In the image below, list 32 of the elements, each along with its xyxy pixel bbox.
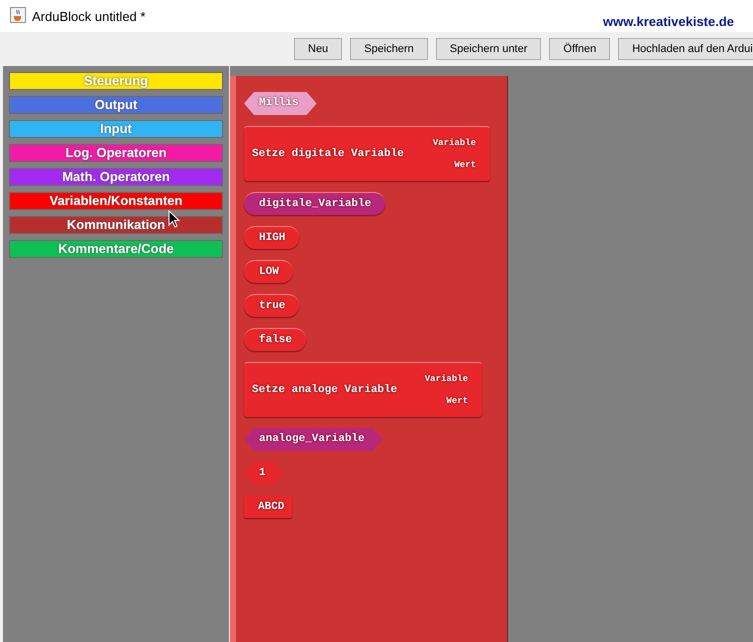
value-block[interactable]: true (244, 294, 300, 317)
coffee-cup-icon (10, 7, 26, 23)
window-title: ArduBlock untitled * (32, 8, 146, 24)
text-block[interactable]: ABCD (244, 496, 292, 518)
value-block[interactable]: 1 (244, 462, 284, 485)
category-button[interactable]: Variablen/Konstanten (9, 192, 223, 210)
block-label: Setze digitale Variable (252, 148, 404, 160)
statement-block[interactable]: Setze analoge Variable Variable Wert (244, 362, 482, 417)
socket-label: Wert (446, 396, 468, 406)
value-block[interactable]: HIGH (244, 226, 300, 249)
website-label: www.kreativekiste.de (603, 14, 734, 29)
value-block[interactable]: analoge_Variable (244, 428, 383, 451)
socket-label: Variable (432, 138, 476, 148)
mouse-pointer-icon (168, 210, 180, 228)
socket-label: Wert (454, 160, 476, 170)
category-button[interactable]: Log. Operatoren (9, 144, 223, 162)
category-button[interactable]: Kommentare/Code (9, 240, 223, 258)
value-block[interactable]: false (244, 328, 306, 351)
toolbar-button[interactable]: Speichern unter (436, 38, 542, 60)
statement-block[interactable]: Setze digitale Variable Variable Wert (244, 126, 490, 181)
toolbar-button[interactable]: Hochladen auf den Ardui (618, 38, 753, 60)
toolbar-button[interactable]: Öffnen (549, 38, 610, 60)
block-label: Setze analoge Variable (252, 384, 398, 396)
category-button[interactable]: Input (9, 120, 223, 138)
value-block[interactable]: LOW (244, 260, 293, 283)
value-block[interactable]: digitale_Variable (244, 192, 386, 215)
socket-label: Variable (424, 374, 468, 384)
toolbar-button[interactable]: Neu (294, 38, 342, 60)
category-button[interactable]: Math. Operatoren (9, 168, 223, 186)
toolbar-button[interactable]: Speichern (350, 38, 428, 60)
category-button[interactable]: Kommunikation (9, 216, 223, 234)
category-button[interactable]: Output (9, 96, 223, 114)
